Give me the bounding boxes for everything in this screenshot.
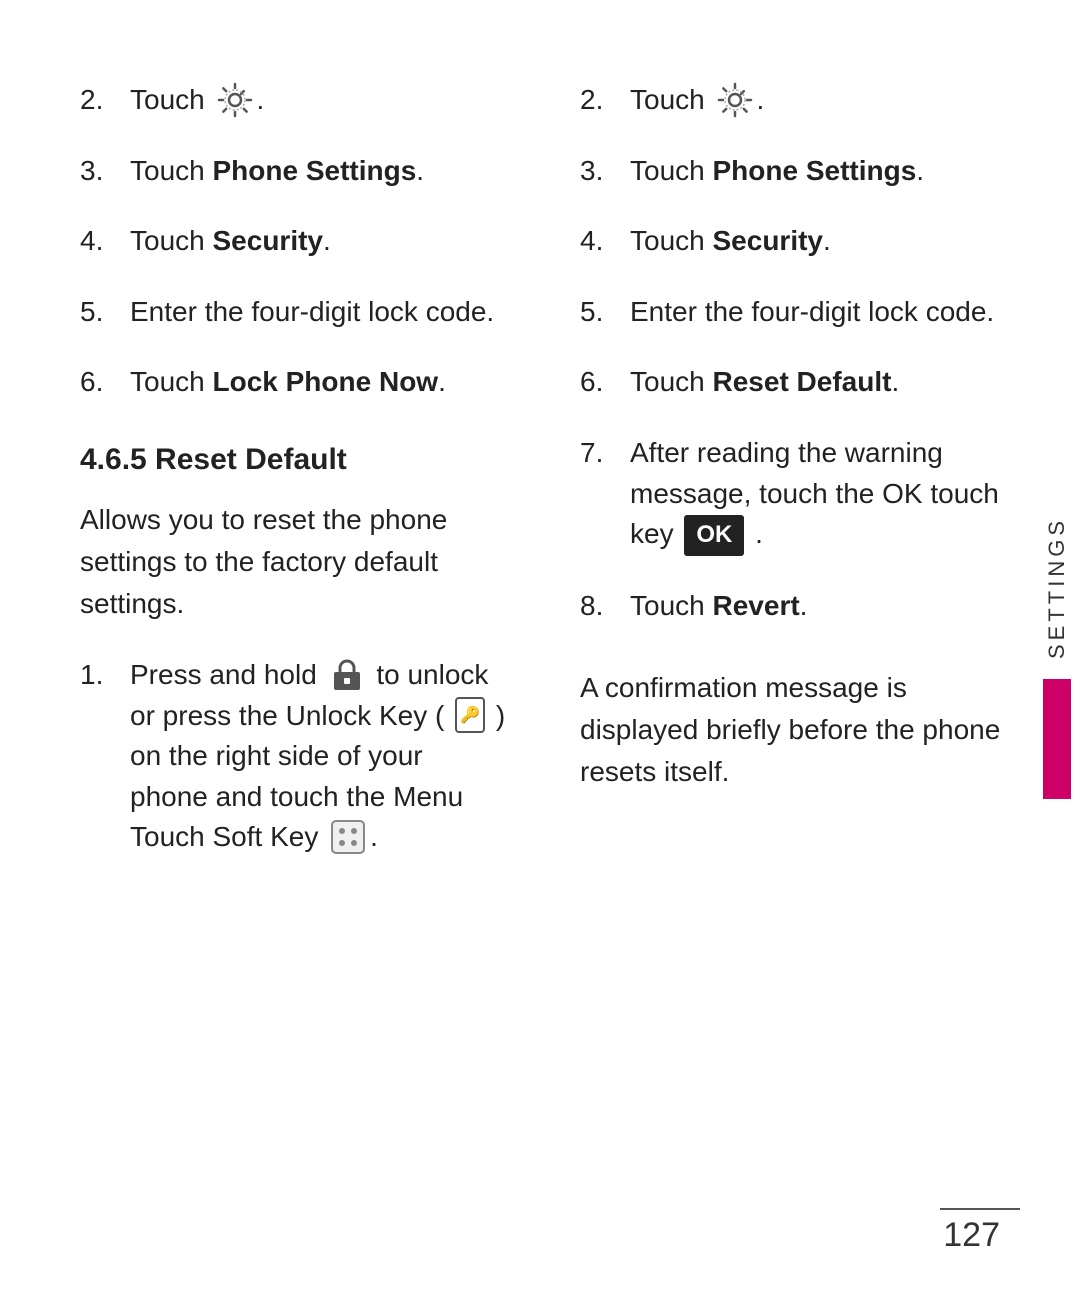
right-step-4: 4. Touch Security. <box>580 221 1020 262</box>
section-title: 4.6.5 Reset Default <box>80 443 520 477</box>
settings-label: SETTINGS <box>1034 496 1080 678</box>
page-divider <box>940 1208 1020 1210</box>
left-step-6: 6. Touch Lock Phone Now. <box>80 362 520 403</box>
right-column: 2. Touch . 3. Touch Phone Settings. <box>580 80 1020 1235</box>
step-3-number: 3. <box>80 151 130 190</box>
right-step-4-bold: Security <box>713 225 824 256</box>
left-reset-step-1: 1. Press and hold to unlock or press the… <box>80 655 520 858</box>
gear-icon-left-2 <box>216 81 254 119</box>
step-4-number: 4. <box>80 221 130 260</box>
right-step-3-bold: Phone Settings <box>713 155 917 186</box>
step-2-text: Touch . <box>130 80 264 121</box>
right-step-2-number: 2. <box>580 80 630 119</box>
right-step-8-text: Touch Revert. <box>630 586 807 627</box>
menu-soft-key-icon <box>329 818 367 856</box>
reset-step-1-number: 1. <box>80 655 130 694</box>
ok-badge: OK <box>684 515 744 556</box>
right-step-5: 5. Enter the four-digit lock code. <box>580 292 1020 333</box>
right-step-6-number: 6. <box>580 362 630 401</box>
right-step-5-number: 5. <box>580 292 630 331</box>
step-2-number: 2. <box>80 80 130 119</box>
left-column: 2. Touch . 3. Touch Phone Settings. <box>80 80 520 1235</box>
right-step-2-text: Touch . <box>630 80 764 121</box>
reset-step-1-text: Press and hold to unlock or press the Un… <box>130 655 505 858</box>
right-step-6-bold: Reset Default <box>713 366 892 397</box>
right-step-3-number: 3. <box>580 151 630 190</box>
step-3-bold: Phone Settings <box>213 155 417 186</box>
page-number: 127 <box>943 1216 1000 1255</box>
right-step-4-text: Touch Security. <box>630 221 831 262</box>
step-6-text: Touch Lock Phone Now. <box>130 362 446 403</box>
right-step-3: 3. Touch Phone Settings. <box>580 151 1020 192</box>
right-step-3-text: Touch Phone Settings. <box>630 151 924 192</box>
confirmation-note: A confirmation message is displayed brie… <box>580 667 1020 793</box>
sidebar-settings: SETTINGS <box>1034 496 1080 798</box>
step-6-bold: Lock Phone Now <box>213 366 439 397</box>
right-step-8-bold: Revert <box>713 590 800 621</box>
step-4-text: Touch Security. <box>130 221 331 262</box>
right-step-8-number: 8. <box>580 586 630 625</box>
right-step-2: 2. Touch . <box>580 80 1020 121</box>
unlock-key-icon: 🔑 <box>455 697 485 733</box>
right-step-5-text: Enter the four-digit lock code. <box>630 292 994 333</box>
settings-bar <box>1043 679 1071 799</box>
lock-icon <box>328 656 366 694</box>
right-step-4-number: 4. <box>580 221 630 260</box>
step-5-number: 5. <box>80 292 130 331</box>
right-step-6: 6. Touch Reset Default. <box>580 362 1020 403</box>
right-step-7-text: After reading the warning message, touch… <box>630 433 1020 556</box>
step-3-text: Touch Phone Settings. <box>130 151 424 192</box>
left-step-2: 2. Touch . <box>80 80 520 121</box>
section-description: Allows you to reset the phone settings t… <box>80 499 520 625</box>
gear-icon-right-2 <box>716 81 754 119</box>
step-4-bold: Security <box>213 225 324 256</box>
right-step-7-number: 7. <box>580 433 630 472</box>
right-step-8: 8. Touch Revert. <box>580 586 1020 627</box>
step-5-text: Enter the four-digit lock code. <box>130 292 494 333</box>
left-step-3: 3. Touch Phone Settings. <box>80 151 520 192</box>
step-6-number: 6. <box>80 362 130 401</box>
left-step-4: 4. Touch Security. <box>80 221 520 262</box>
left-step-5: 5. Enter the four-digit lock code. <box>80 292 520 333</box>
right-step-6-text: Touch Reset Default. <box>630 362 899 403</box>
right-step-7: 7. After reading the warning message, to… <box>580 433 1020 556</box>
